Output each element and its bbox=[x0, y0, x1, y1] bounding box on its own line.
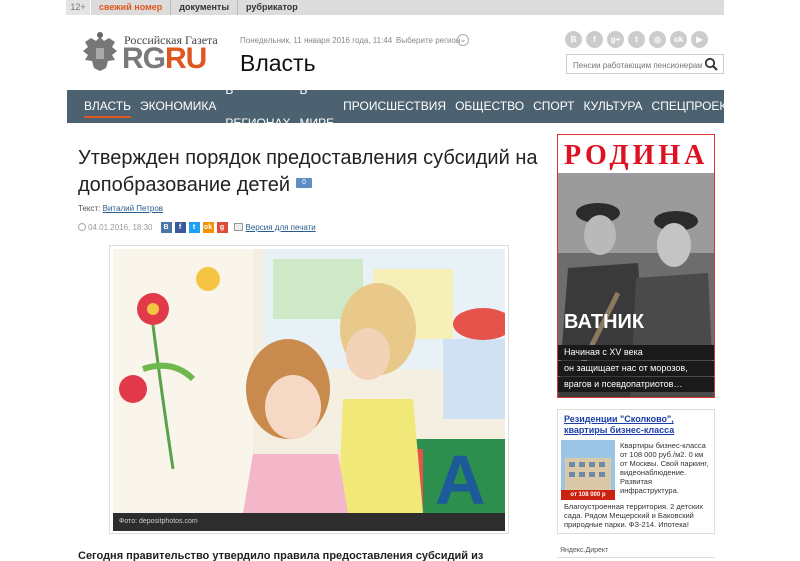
nav-item-sport[interactable]: СПОРТ bbox=[533, 90, 574, 123]
facebook-icon[interactable]: f bbox=[586, 31, 603, 48]
nav-item-world[interactable]: В МИРЕ bbox=[300, 74, 335, 140]
banner-line: врагов и псевдопатриотов… bbox=[558, 377, 714, 392]
search-icon[interactable] bbox=[704, 57, 718, 71]
article-photo[interactable]: A bbox=[113, 249, 505, 513]
photo-caption: Фото: depositphotos.com bbox=[113, 513, 505, 531]
ad-image[interactable]: от 108 000 р bbox=[561, 440, 615, 500]
search-box bbox=[566, 54, 724, 75]
header-date: Понедельник, 11 января 2016 года, 11:44 bbox=[240, 36, 393, 45]
article-headline: Утвержден порядок предоставления субсиди… bbox=[78, 145, 548, 199]
share-odnoklassniki-icon[interactable]: ok bbox=[202, 221, 214, 233]
print-version-link[interactable]: Версия для печати bbox=[233, 222, 316, 232]
age-rating: 12+ bbox=[66, 0, 90, 15]
author-link[interactable]: Виталий Петров bbox=[103, 204, 163, 213]
banner-title: ВАТНИК bbox=[564, 311, 645, 333]
banner-text: Начиная с XV века он защищает нас от мор… bbox=[558, 345, 714, 393]
article-author: Текст: Виталий Петров bbox=[78, 204, 163, 213]
chevron-down-icon[interactable]: ⌄ bbox=[457, 34, 469, 46]
comments-count-badge[interactable]: 0 bbox=[296, 177, 313, 188]
share-vk-icon[interactable]: B bbox=[160, 221, 172, 233]
vk-icon[interactable]: B bbox=[565, 31, 582, 48]
skolkovo-ad[interactable]: Резиденции "Сколково", квартиры бизнес-к… bbox=[557, 409, 715, 534]
social-links: B f g+ t ◎ ok ▶ bbox=[565, 31, 708, 48]
rodina-banner[interactable]: РОДИНА ВАТНИК Начиная с XV века он защищ… bbox=[557, 134, 715, 398]
banner-logo: РОДИНА bbox=[564, 140, 709, 171]
region-selector[interactable]: Выберите регион bbox=[396, 36, 460, 45]
main-nav: ВЛАСТЬ ЭКОНОМИКА В РЕГИОНАХ В МИРЕ ПРОИС… bbox=[67, 83, 744, 130]
share-twitter-icon[interactable]: t bbox=[188, 221, 200, 233]
site-logo[interactable]: RGRU bbox=[122, 42, 207, 75]
author-label: Текст: bbox=[78, 204, 101, 213]
ad-title[interactable]: Резиденции "Сколково", квартиры бизнес-к… bbox=[564, 414, 714, 436]
article-lead: Сегодня правительство утвердило правила … bbox=[78, 550, 484, 561]
banner-line: он защищает нас от морозов, bbox=[558, 361, 714, 376]
nav-item-society[interactable]: ОБЩЕСТВО bbox=[455, 90, 524, 123]
logo-ru: RU bbox=[165, 42, 207, 75]
share-facebook-icon[interactable]: f bbox=[174, 221, 186, 233]
top-bar: 12+ свежий номер документы рубрикатор bbox=[0, 0, 800, 15]
nav-item-vlast[interactable]: ВЛАСТЬ bbox=[84, 90, 131, 123]
odnoklassniki-icon[interactable]: ok bbox=[670, 31, 687, 48]
print-icon bbox=[233, 223, 243, 231]
ad-text-continued: Благоустроенная территория. 2 детских са… bbox=[564, 502, 704, 529]
double-eagle-emblem-icon[interactable] bbox=[79, 31, 121, 75]
ad-text: Квартиры бизнес-класса от 108 000 руб./м… bbox=[620, 441, 709, 495]
nav-item-economy[interactable]: ЭКОНОМИКА bbox=[140, 90, 216, 123]
googleplus-icon[interactable]: g+ bbox=[607, 31, 624, 48]
article-date: 04.01.2016, 18:30 bbox=[88, 222, 153, 232]
article-meta: 04.01.2016, 18:30 B f t ok g Версия для … bbox=[78, 221, 316, 233]
top-links: свежий номер документы рубрикатор bbox=[91, 0, 724, 15]
logo-rg: RG bbox=[122, 42, 166, 75]
divider bbox=[557, 557, 715, 558]
link-fresh-issue[interactable]: свежий номер bbox=[91, 0, 172, 15]
ad-price: от 108 000 р bbox=[561, 490, 615, 500]
yandex-direct-label[interactable]: Яндекс.Директ bbox=[560, 547, 608, 554]
twitter-icon[interactable]: t bbox=[628, 31, 645, 48]
article-photo-frame: A Фото: depositphotos.com bbox=[109, 245, 509, 534]
instagram-icon[interactable]: ◎ bbox=[649, 31, 666, 48]
nav-item-specprojects[interactable]: СПЕЦПРОЕКТЫ bbox=[652, 90, 745, 123]
link-documents[interactable]: документы bbox=[171, 0, 239, 15]
link-rubricator[interactable]: рубрикатор bbox=[238, 0, 306, 15]
svg-text:A: A bbox=[435, 441, 486, 513]
print-label: Версия для печати bbox=[245, 222, 316, 232]
share-buttons: B f t ok g bbox=[160, 221, 228, 233]
headline-text: Утвержден порядок предоставления субсиди… bbox=[78, 147, 538, 196]
clock-icon bbox=[78, 223, 86, 231]
nav-item-culture[interactable]: КУЛЬТУРА bbox=[583, 90, 642, 123]
share-googleplus-icon[interactable]: g bbox=[216, 221, 228, 233]
youtube-icon[interactable]: ▶ bbox=[691, 31, 708, 48]
banner-line: Начиная с XV века bbox=[558, 345, 714, 360]
nav-item-regions[interactable]: В РЕГИОНАХ bbox=[225, 74, 290, 140]
search-input[interactable] bbox=[567, 56, 702, 75]
nav-item-incidents[interactable]: ПРОИСШЕСТВИЯ bbox=[343, 90, 446, 123]
